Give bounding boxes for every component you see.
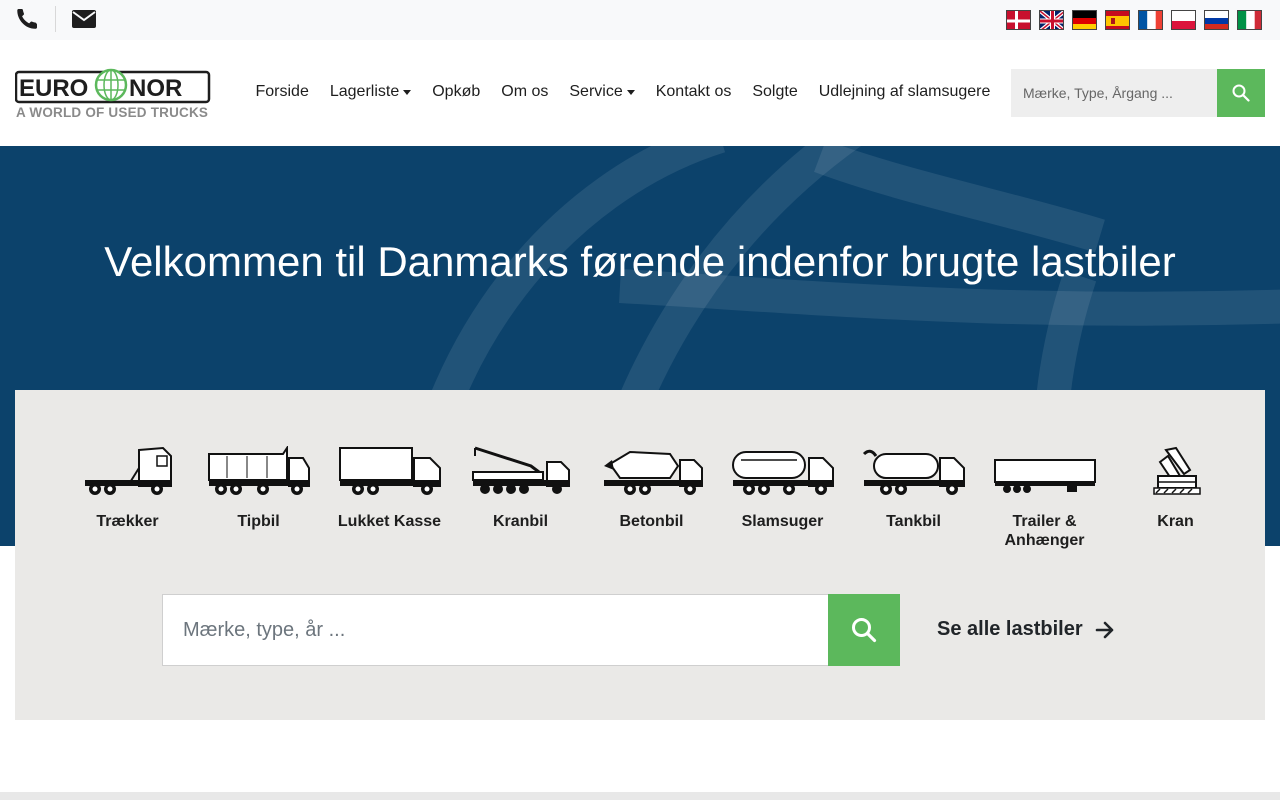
main-search: [162, 594, 900, 666]
flag-germany-icon[interactable]: [1072, 10, 1097, 30]
nav-label: Opkøb: [432, 83, 481, 100]
category-betonbil[interactable]: Betonbil: [586, 440, 717, 550]
category-kran[interactable]: Kran: [1110, 440, 1241, 550]
concrete-mixer-icon: [603, 450, 703, 495]
category-label: Kranbil: [492, 513, 549, 530]
category-label: Tankbil: [886, 513, 941, 530]
category-tipbil[interactable]: Tipbil: [193, 440, 324, 550]
main-nav: Forside Lagerliste Opkøb Om os Service K…: [245, 80, 1001, 104]
svg-text:NOR: NOR: [129, 75, 182, 102]
flag-russia-icon[interactable]: [1204, 10, 1229, 30]
tractor-unit-icon: [84, 446, 172, 495]
category-label: Kran: [1157, 513, 1194, 530]
category-trailer[interactable]: Trailer & Anhænger: [979, 440, 1110, 550]
category-lukket-kasse[interactable]: Lukket Kasse: [324, 440, 455, 550]
arrow-right-icon: [1095, 621, 1115, 639]
nav-om-os[interactable]: Om os: [491, 83, 559, 101]
nav-label: Forside: [255, 83, 309, 100]
category-label: Betonbil: [619, 513, 684, 530]
svg-text:A WORLD OF USED TRUCKS: A WORLD OF USED TRUCKS: [16, 105, 208, 120]
category-label: Tipbil: [237, 513, 280, 530]
vacuum-truck-icon: [731, 451, 834, 495]
category-tankbil[interactable]: Tankbil: [848, 440, 979, 550]
nav-kontakt-os[interactable]: Kontakt os: [645, 83, 742, 101]
category-panel: Trækker Tipbil Lukket Kasse Kranbil Beto…: [15, 390, 1265, 720]
flag-spain-icon[interactable]: [1105, 10, 1130, 30]
category-slamsuger[interactable]: Slamsuger: [717, 440, 848, 550]
caret-down-icon: [403, 89, 412, 95]
category-label: Trækker: [96, 513, 159, 530]
hero-title: Velkommen til Danmarks førende indenfor …: [104, 238, 1176, 285]
flag-france-icon[interactable]: [1138, 10, 1163, 30]
main-search-input[interactable]: [162, 594, 828, 666]
caret-down-icon: [626, 89, 635, 95]
phone-icon[interactable]: [14, 6, 40, 32]
trailer-icon: [993, 459, 1096, 493]
tank-truck-icon: [862, 449, 965, 495]
footer-strip: [0, 792, 1280, 800]
search-icon: [1232, 84, 1250, 102]
see-all-trucks-link[interactable]: Se alle lastbiler: [937, 618, 1115, 641]
contact-links: [14, 6, 97, 32]
nav-label: Kontakt os: [655, 83, 732, 100]
nav-label: Om os: [501, 83, 549, 100]
nav-solgte[interactable]: Solgte: [742, 83, 808, 101]
nav-udlejning[interactable]: Udlejning af slamsugere: [808, 83, 1001, 101]
category-label: Lukket Kasse: [337, 513, 442, 530]
category-label: Trailer & Anhænger: [1004, 513, 1085, 549]
euronor-logo[interactable]: EURO NOR A WORLD OF USED TRUCKS: [14, 68, 211, 120]
nav-label: Service: [569, 83, 623, 100]
header-search-input[interactable]: [1011, 69, 1217, 117]
box-truck-icon: [338, 447, 441, 495]
envelope-icon[interactable]: [71, 6, 97, 32]
divider: [55, 6, 56, 32]
flag-italy-icon[interactable]: [1237, 10, 1262, 30]
category-traekker[interactable]: Trækker: [62, 440, 193, 550]
category-kranbil[interactable]: Kranbil: [455, 440, 586, 550]
header-search: [1011, 69, 1265, 117]
search-icon: [852, 618, 877, 643]
language-selector: [1006, 10, 1262, 30]
crane-truck-icon: [471, 446, 570, 494]
main-search-button[interactable]: [828, 594, 900, 666]
flag-poland-icon[interactable]: [1171, 10, 1196, 30]
nav-label: Solgte: [752, 83, 798, 100]
nav-opkob[interactable]: Opkøb: [422, 83, 491, 101]
category-label: Slamsuger: [741, 513, 824, 530]
header-search-button[interactable]: [1217, 69, 1265, 117]
top-bar: [0, 0, 1280, 40]
nav-lagerliste[interactable]: Lagerliste: [319, 83, 421, 101]
flag-denmark-icon[interactable]: [1006, 10, 1031, 30]
nav-service[interactable]: Service: [559, 83, 645, 101]
see-all-label: Se alle lastbiler: [937, 618, 1083, 640]
nav-label: Udlejning af slamsugere: [818, 83, 991, 100]
tipper-truck-icon: [207, 446, 310, 495]
nav-label: Lagerliste: [329, 83, 400, 100]
flag-uk-icon[interactable]: [1039, 10, 1064, 30]
category-list: Trækker Tipbil Lukket Kasse Kranbil Beto…: [62, 440, 1241, 550]
nav-forside[interactable]: Forside: [245, 83, 319, 101]
crane-icon: [1152, 446, 1201, 495]
site-header: EURO NOR A WORLD OF USED TRUCKS Forside …: [0, 40, 1280, 146]
svg-text:EURO: EURO: [19, 75, 88, 102]
